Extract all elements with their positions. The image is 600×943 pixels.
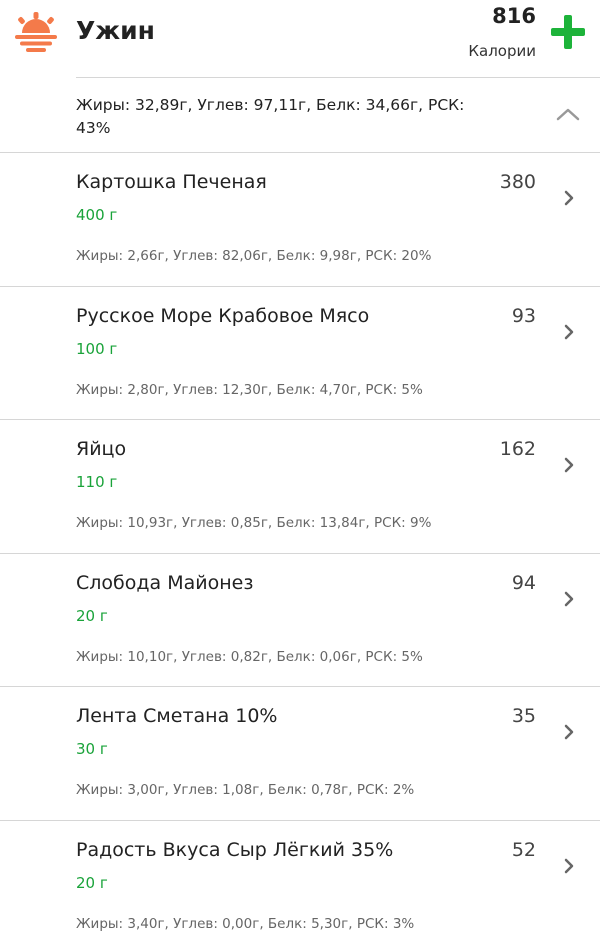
chevron-right-icon	[564, 324, 574, 339]
food-calories: 93	[511, 304, 536, 327]
food-macros: Жиры: 2,66г, Углев: 82,06г, Белк: 9,98г,…	[76, 248, 432, 264]
food-name: Лента Сметана 10%	[76, 705, 278, 727]
macro-summary[interactable]: Жиры: 32,89г, Углев: 97,11г, Белк: 34,66…	[0, 78, 600, 152]
chevron-up-icon	[556, 108, 580, 121]
food-macros: Жиры: 10,10г, Углев: 0,82г, Белк: 0,06г,…	[76, 648, 423, 665]
food-name: Слобода Майонез	[76, 571, 254, 594]
food-calories: 162	[499, 438, 536, 460]
food-amount: 20 г	[76, 606, 108, 625]
food-name: Русское Море Крабовое Мясо	[76, 304, 370, 327]
chevron-right-icon	[564, 190, 574, 206]
food-amount: 110 г	[76, 473, 118, 491]
chevron-right-icon	[564, 457, 574, 473]
chevron-right-icon	[564, 724, 574, 740]
food-list: Картошка Печеная 380 400 г Жиры: 2,66г, …	[0, 152, 600, 943]
meal-title: Ужин	[76, 16, 155, 45]
food-item[interactable]: Яйцо 162 110 г Жиры: 10,93г, Углев: 0,85…	[0, 419, 600, 553]
calories-label: Калории	[468, 42, 536, 60]
food-macros: Жиры: 2,80г, Углев: 12,30г, Белк: 4,70г,…	[76, 381, 423, 398]
chevron-right-icon	[564, 591, 574, 606]
food-macros: Жиры: 10,93г, Углев: 0,85г, Белк: 13,84г…	[76, 515, 432, 531]
meal-header: Ужин 816 Калории	[0, 0, 600, 78]
food-item[interactable]: Русское Море Крабовое Мясо 93 100 г Жиры…	[0, 285, 600, 420]
food-amount: 100 г	[76, 339, 118, 358]
collapse-button[interactable]	[555, 104, 581, 124]
total-calories: 816	[492, 4, 536, 28]
food-amount: 400 г	[76, 206, 118, 224]
food-calories: 35	[511, 705, 536, 727]
food-calories: 380	[499, 171, 536, 193]
food-name: Яйцо	[76, 438, 127, 460]
food-name: Радость Вкуса Сыр Лёгкий 35%	[76, 838, 394, 861]
food-amount: 30 г	[76, 740, 108, 758]
food-item[interactable]: Лента Сметана 10% 35 30 г Жиры: 3,00г, У…	[0, 686, 600, 820]
food-calories: 52	[511, 838, 536, 861]
add-food-button[interactable]	[548, 12, 588, 52]
food-macros: Жиры: 3,00г, Углев: 1,08г, Белк: 0,78г, …	[76, 782, 415, 798]
food-item[interactable]: Картошка Печеная 380 400 г Жиры: 2,66г, …	[0, 152, 600, 286]
food-item[interactable]: Радость Вкуса Сыр Лёгкий 35% 52 20 г Жир…	[0, 819, 600, 943]
food-macros: Жиры: 3,40г, Углев: 0,00г, Белк: 5,30г, …	[76, 915, 415, 932]
macro-summary-text: Жиры: 32,89г, Углев: 97,11г, Белк: 34,66…	[76, 96, 465, 137]
food-item[interactable]: Слобода Майонез 94 20 г Жиры: 10,10г, Уг…	[0, 552, 600, 687]
food-calories: 94	[511, 571, 536, 594]
food-name: Картошка Печеная	[76, 171, 267, 193]
food-amount: 20 г	[76, 873, 108, 892]
sunset-icon	[15, 12, 57, 52]
chevron-right-icon	[564, 858, 574, 873]
